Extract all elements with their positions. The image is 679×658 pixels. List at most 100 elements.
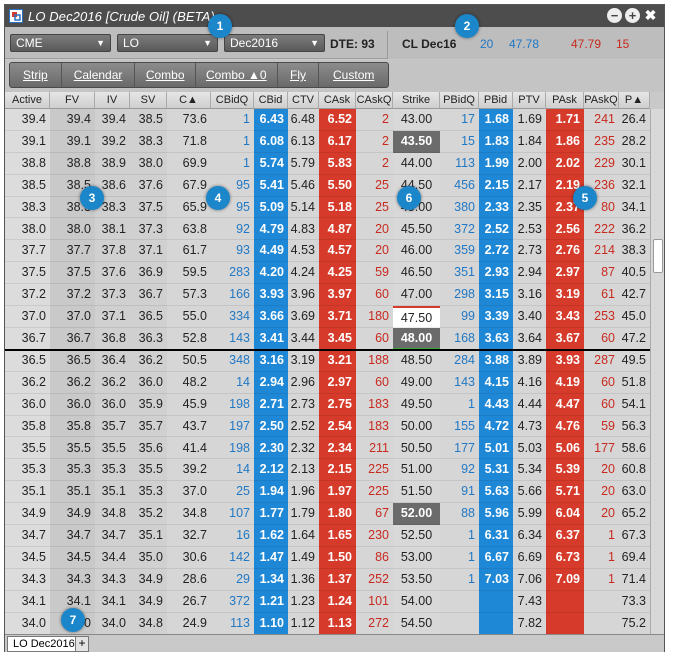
cell-put-bid-qty[interactable]: 17 <box>440 109 479 131</box>
cell-put-bid[interactable]: 6.31 <box>479 525 513 547</box>
cell-put-bid[interactable]: 2.33 <box>479 197 513 219</box>
cell-put-bid-qty[interactable] <box>440 613 479 634</box>
column-header-put-bid[interactable]: PBid <box>479 92 513 109</box>
cell-put-ask-qty[interactable]: 60 <box>584 372 619 394</box>
cell-call-bid[interactable]: 3.93 <box>254 284 288 307</box>
cell-call-ask[interactable]: 2.97 <box>319 372 356 394</box>
cell-put-ask[interactable]: 5.71 <box>546 481 584 504</box>
cell-put-ask-qty[interactable]: 229 <box>584 153 619 175</box>
cell-put-ask-qty[interactable]: 222 <box>584 219 619 241</box>
column-header-call-tv[interactable]: CTV <box>288 92 319 109</box>
cell-put-bid[interactable]: 3.15 <box>479 284 513 307</box>
cell-call-ask[interactable]: 5.83 <box>319 153 356 175</box>
column-header-iv[interactable]: IV <box>95 92 130 109</box>
cell-call-ask[interactable]: 2.54 <box>319 416 356 438</box>
cell-put-bid-qty[interactable]: 177 <box>440 438 479 460</box>
cell-put-ask-qty[interactable]: 287 <box>584 350 619 372</box>
column-header-put-bid-qty[interactable]: PBidQ <box>440 92 479 109</box>
close-icon[interactable]: ✖ <box>643 8 658 23</box>
cell-put-bid-qty[interactable]: 88 <box>440 503 479 526</box>
cell-put-ask[interactable]: 3.93 <box>546 350 584 372</box>
cell-call-bid-qty[interactable]: 29 <box>211 569 254 591</box>
combo-button[interactable]: Combo <box>135 63 197 87</box>
cell-call-bid-qty[interactable]: 92 <box>211 219 254 241</box>
cell-put-bid-qty[interactable]: 91 <box>440 481 479 504</box>
cell-put-ask-qty[interactable] <box>584 591 619 613</box>
cell-call-bid-qty[interactable]: 16 <box>211 525 254 547</box>
cell-put-ask-qty[interactable]: 241 <box>584 109 619 131</box>
cell-put-ask-qty[interactable]: 60 <box>584 394 619 416</box>
fly-button[interactable]: Fly <box>278 63 320 87</box>
cell-put-ask[interactable] <box>546 613 584 634</box>
cell-call-ask-qty[interactable]: 183 <box>356 394 393 416</box>
cell-call-ask[interactable]: 2.75 <box>319 394 356 416</box>
cell-call-ask[interactable]: 3.71 <box>319 306 356 328</box>
vertical-scrollbar[interactable] <box>650 109 664 634</box>
cell-put-ask-qty[interactable]: 59 <box>584 416 619 438</box>
cell-put-bid-qty[interactable]: 351 <box>440 262 479 285</box>
cell-put-bid-qty[interactable]: 155 <box>440 416 479 438</box>
cell-call-bid-qty[interactable]: 14 <box>211 372 254 394</box>
cell-put-ask[interactable]: 2.76 <box>546 240 584 263</box>
cell-call-ask-qty[interactable]: 230 <box>356 525 393 547</box>
column-header-strike[interactable]: Strike <box>393 92 440 109</box>
cell-put-bid[interactable] <box>479 613 513 634</box>
cell-put-ask[interactable] <box>546 591 584 613</box>
cell-put-ask-qty[interactable]: 1 <box>584 547 619 569</box>
cell-call-ask-qty[interactable]: 60 <box>356 328 393 350</box>
cell-call-ask-qty[interactable]: 225 <box>356 481 393 504</box>
cell-put-ask[interactable]: 2.97 <box>546 262 584 285</box>
cell-call-bid[interactable]: 2.94 <box>254 372 288 394</box>
cell-put-bid[interactable]: 2.52 <box>479 219 513 241</box>
cell-put-ask[interactable]: 4.19 <box>546 372 584 394</box>
cell-put-ask-qty[interactable]: 235 <box>584 131 619 153</box>
cell-call-bid[interactable]: 1.77 <box>254 503 288 526</box>
cell-call-bid-qty[interactable]: 143 <box>211 328 254 350</box>
cell-call-bid[interactable]: 5.74 <box>254 153 288 175</box>
cell-put-bid[interactable] <box>479 591 513 613</box>
cell-call-ask[interactable]: 1.13 <box>319 613 356 634</box>
cell-call-ask[interactable]: 1.97 <box>319 481 356 504</box>
title-bar[interactable]: LO Dec2016 [Crude Oil] (BETA) − + ✖ <box>5 5 664 27</box>
cell-put-bid[interactable]: 4.15 <box>479 372 513 394</box>
cell-put-ask-qty[interactable]: 1 <box>584 569 619 591</box>
cell-call-ask-qty[interactable]: 60 <box>356 372 393 394</box>
column-header-put-tv[interactable]: PTV <box>513 92 546 109</box>
custom-button[interactable]: Custom <box>319 63 388 87</box>
cell-put-ask[interactable]: 7.09 <box>546 569 584 591</box>
scrollbar-thumb[interactable] <box>653 239 663 273</box>
cell-call-ask-qty[interactable]: 59 <box>356 262 393 285</box>
cell-put-bid-qty[interactable]: 456 <box>440 175 479 197</box>
cell-put-bid-qty[interactable]: 1 <box>440 547 479 569</box>
cell-put-bid-qty[interactable]: 359 <box>440 240 479 263</box>
cell-put-bid[interactable]: 1.83 <box>479 131 513 153</box>
minimize-icon[interactable]: − <box>607 8 622 23</box>
cell-put-bid-qty[interactable]: 1 <box>440 525 479 547</box>
cell-call-ask-qty[interactable]: 67 <box>356 503 393 526</box>
cell-put-ask-qty[interactable]: 214 <box>584 240 619 263</box>
cell-call-bid[interactable]: 3.66 <box>254 306 288 328</box>
cell-put-ask[interactable]: 6.04 <box>546 503 584 526</box>
cell-put-bid-qty[interactable]: 168 <box>440 328 479 350</box>
column-header-call-ask-qty[interactable]: CAskQ <box>356 92 393 109</box>
cell-put-ask-qty[interactable]: 87 <box>584 262 619 285</box>
cell-call-ask-qty[interactable]: 180 <box>356 306 393 328</box>
cell-put-ask[interactable]: 4.76 <box>546 416 584 438</box>
cell-call-ask[interactable]: 3.97 <box>319 284 356 307</box>
cell-call-bid-qty[interactable]: 107 <box>211 503 254 526</box>
cell-call-ask[interactable]: 4.87 <box>319 219 356 241</box>
exchange-select[interactable]: CME ▼ <box>10 34 111 52</box>
tab-lo-dec2016[interactable]: LO Dec2016 <box>7 636 81 652</box>
cell-put-bid[interactable]: 1.68 <box>479 109 513 131</box>
cell-call-bid-qty[interactable]: 93 <box>211 240 254 263</box>
cell-call-ask-qty[interactable]: 211 <box>356 438 393 460</box>
cell-put-ask[interactable]: 1.71 <box>546 109 584 131</box>
cell-put-bid-qty[interactable]: 372 <box>440 219 479 241</box>
cell-put-ask[interactable]: 1.86 <box>546 131 584 153</box>
cell-call-ask[interactable]: 1.50 <box>319 547 356 569</box>
cell-call-ask[interactable]: 5.50 <box>319 175 356 197</box>
cell-call-bid-qty[interactable]: 142 <box>211 547 254 569</box>
cell-call-bid[interactable]: 5.09 <box>254 197 288 219</box>
cell-put-bid[interactable]: 3.88 <box>479 350 513 372</box>
cell-put-ask-qty[interactable]: 20 <box>584 503 619 526</box>
